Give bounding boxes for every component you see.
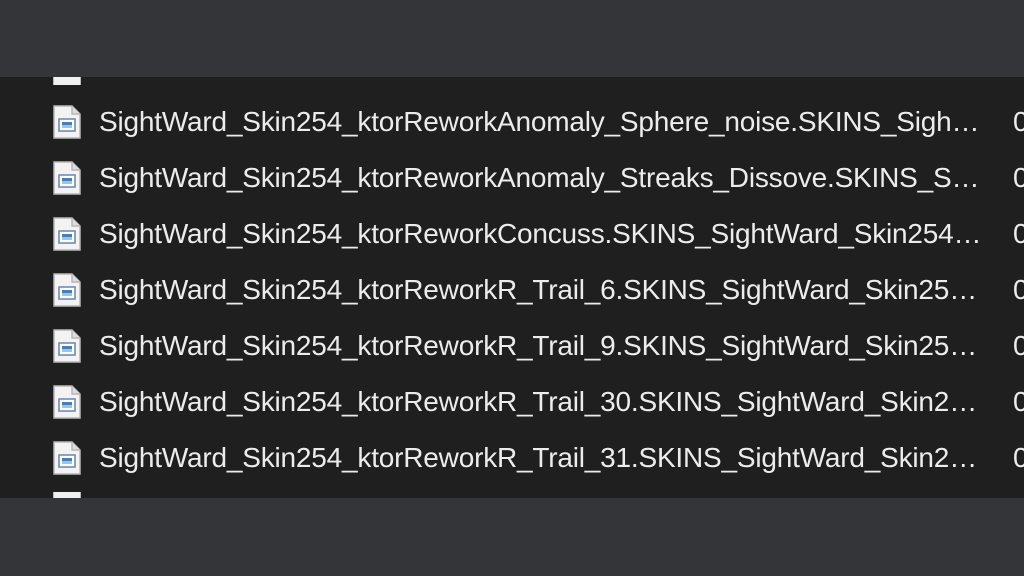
image-file-icon <box>53 217 81 251</box>
file-name: SightWard_Skin254_ktorReworkAnomaly_Sphe… <box>99 106 983 137</box>
image-file-icon <box>53 441 81 475</box>
image-file-icon <box>53 161 81 195</box>
image-file-icon <box>53 329 81 363</box>
file-size: 0 <box>1013 162 1024 193</box>
list-item[interactable]: SightWard_Skin254_ktorReworkR_Trail_6.SK… <box>0 262 1024 318</box>
list-item[interactable]: SightWard_Skin254_ktorReworkAnomaly_Stre… <box>0 150 1024 206</box>
file-name: SightWard_Skin254_ktorReworkR_Trail_30.S… <box>99 386 983 417</box>
file-name: SightWard_Skin254_ktorReworkAnomaly_Stre… <box>99 162 983 193</box>
file-size: 0 <box>1013 106 1024 137</box>
list-item[interactable]: SightWard_Skin254_ktorReworkConcuss.SKIN… <box>0 206 1024 262</box>
partial-row-top[interactable] <box>0 77 1024 87</box>
image-file-icon <box>53 385 81 419</box>
file-name: SightWard_Skin254_ktorReworkR_Trail_9.SK… <box>99 330 983 361</box>
image-file-icon <box>53 77 81 85</box>
list-item[interactable]: SightWard_Skin254_ktorReworkR_Trail_9.SK… <box>0 318 1024 374</box>
file-size: 0 <box>1013 386 1024 417</box>
file-size: 0 <box>1013 274 1024 305</box>
list-item[interactable]: SightWard_Skin254_ktorReworkAnomaly_Sphe… <box>0 94 1024 150</box>
image-file-icon <box>53 105 81 139</box>
file-size: 0 <box>1013 442 1024 473</box>
file-list[interactable]: SightWard_Skin254_ktorReworkAnomaly_Sphe… <box>0 77 1024 498</box>
file-size: 0 <box>1013 218 1024 249</box>
list-item[interactable]: SightWard_Skin254_ktorReworkR_Trail_30.S… <box>0 374 1024 430</box>
image-file-icon <box>53 273 81 307</box>
file-name: SightWard_Skin254_ktorReworkConcuss.SKIN… <box>99 218 983 249</box>
file-size: 0 <box>1013 330 1024 361</box>
image-file-icon <box>53 492 81 498</box>
partial-row-bottom[interactable] <box>0 490 1024 498</box>
file-name: SightWard_Skin254_ktorReworkR_Trail_6.SK… <box>99 274 983 305</box>
file-name: SightWard_Skin254_ktorReworkR_Trail_31.S… <box>99 442 983 473</box>
list-item[interactable]: SightWard_Skin254_ktorReworkR_Trail_31.S… <box>0 430 1024 486</box>
